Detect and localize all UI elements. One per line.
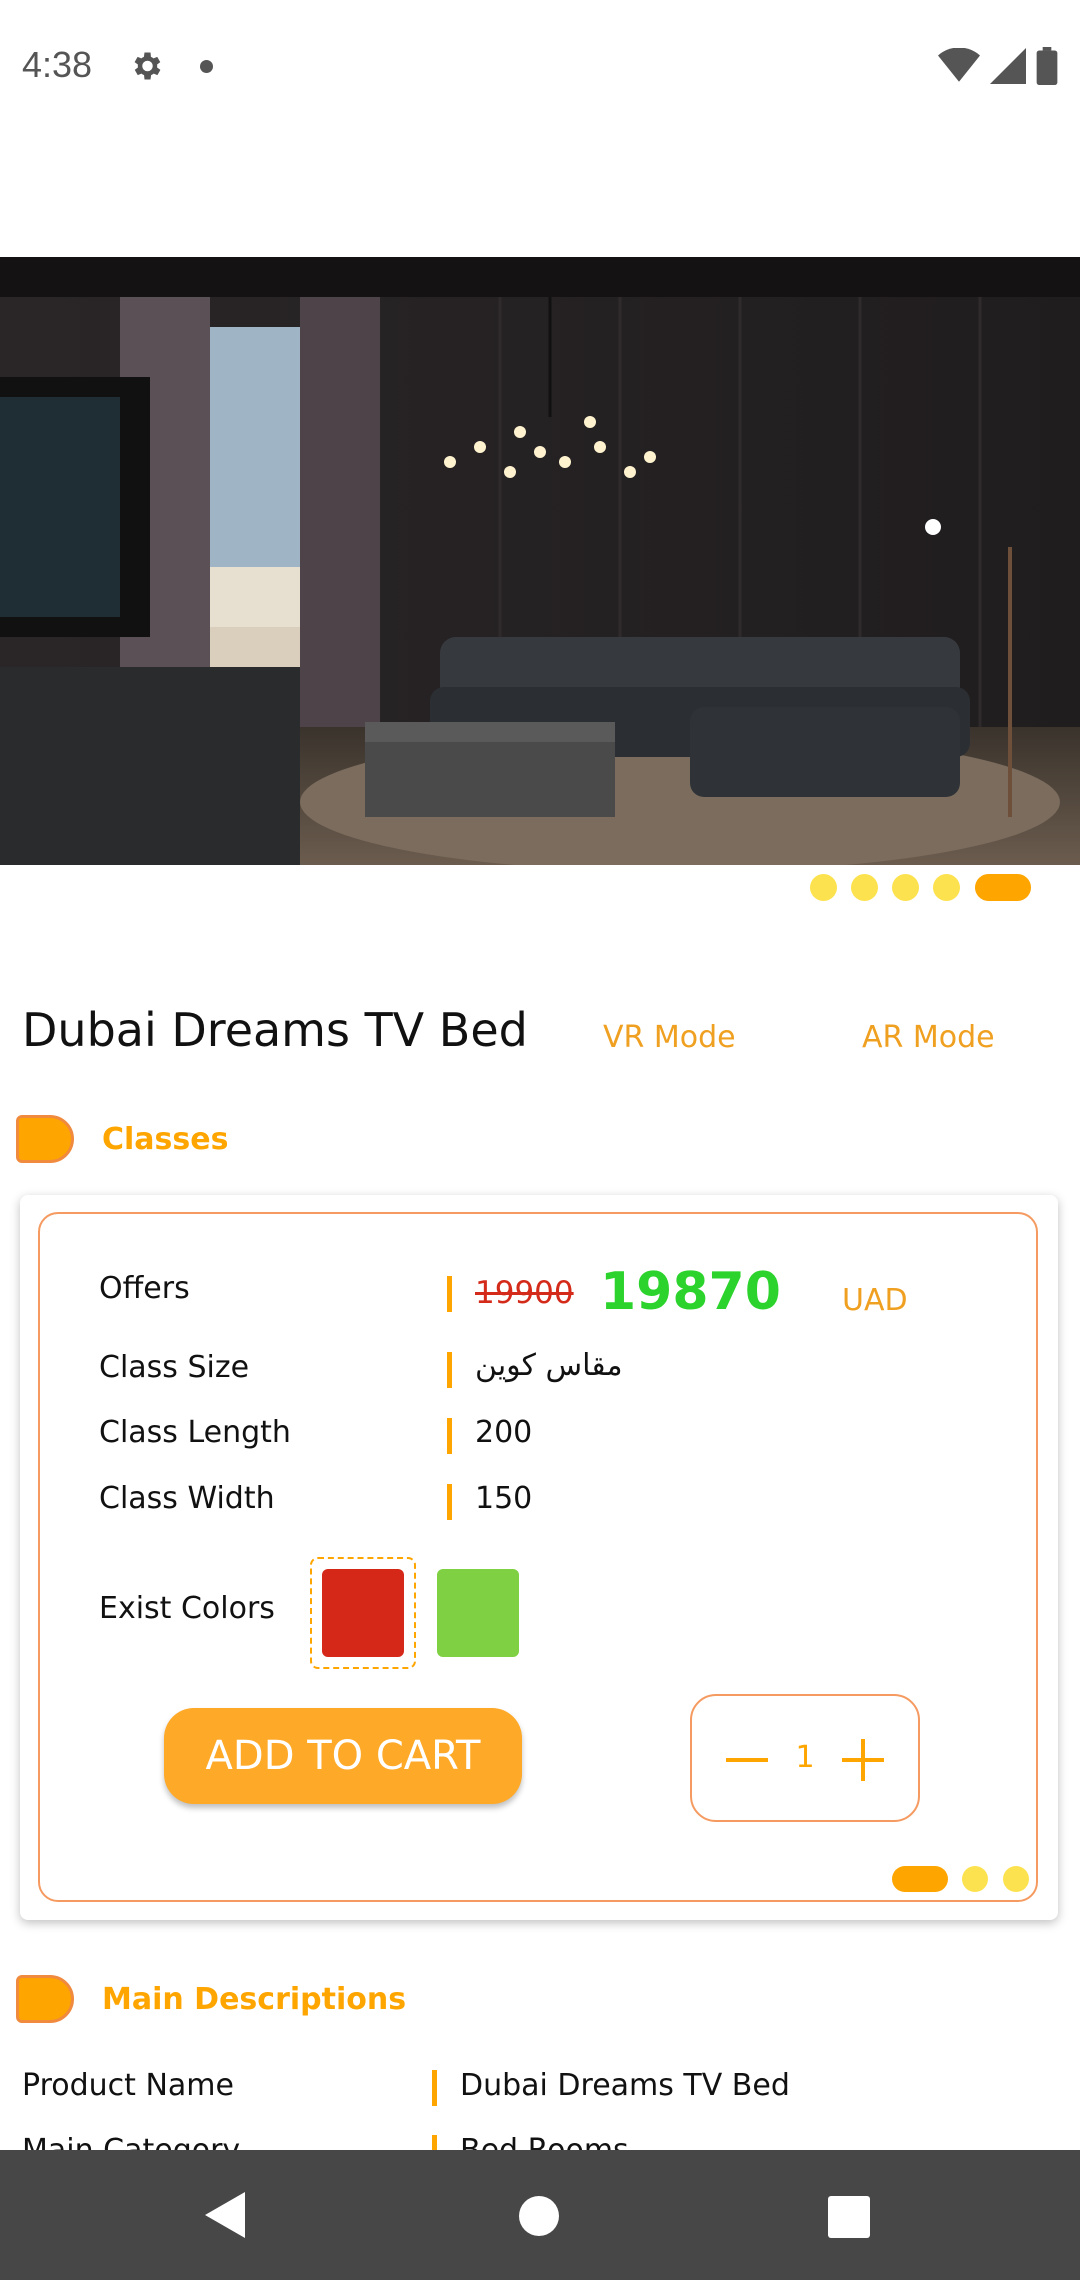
settings-icon [134,52,161,80]
class-width-value: 150 [475,1481,533,1516]
product-name-label: Product Name [22,2068,234,2103]
class-size-label: Class Size [99,1350,250,1385]
system-nav-bar [0,2150,1080,2280]
status-time: 4:38 [22,44,93,85]
product-name-value: Dubai Dreams TV Bed [460,2068,790,2103]
wifi-icon [938,48,980,82]
quantity-stepper: 1 [690,1694,920,1822]
old-price: 19900 [475,1275,574,1311]
exist-colors-label: Exist Colors [99,1591,275,1626]
battery-icon [1036,47,1058,85]
classes-section-title: Classes [102,1121,229,1157]
vr-mode-button[interactable]: VR Mode [603,1020,736,1055]
row-divider [447,1276,452,1312]
product-title: Dubai Dreams TV Bed [22,1003,528,1057]
descriptions-section-title: Main Descriptions [102,1981,407,2017]
class-dot[interactable] [962,1866,988,1892]
color-swatch-red[interactable] [322,1569,404,1657]
class-length-value: 200 [475,1415,533,1450]
new-price: 19870 [600,1262,781,1322]
image-carousel-indicator [0,874,1080,904]
carousel-dot[interactable] [933,874,960,901]
product-image[interactable] [0,257,1080,865]
section-tag-icon [16,1115,74,1163]
add-to-cart-button[interactable]: ADD TO CART [164,1708,522,1804]
status-icons [938,44,1058,88]
notification-dot-icon [200,60,213,73]
home-icon[interactable] [518,2195,560,2237]
carousel-dot[interactable] [892,874,919,901]
descriptions-section-header: Main Descriptions [16,1971,406,2027]
signal-icon [990,48,1026,84]
class-width-label: Class Width [99,1481,275,1516]
carousel-dot[interactable] [810,874,837,901]
carousel-dot-active[interactable] [975,874,1031,901]
currency-label: UAD [842,1283,908,1318]
class-carousel-indicator [0,1866,1080,1894]
row-divider [432,2070,437,2106]
class-size-value: مقاس كوين [475,1348,623,1383]
back-icon[interactable] [205,2192,245,2238]
increment-icon [861,1739,865,1781]
class-dot-active[interactable] [892,1866,948,1892]
row-divider [447,1352,452,1388]
class-length-label: Class Length [99,1415,291,1450]
color-swatch-green[interactable] [437,1569,519,1657]
offers-label: Offers [99,1271,190,1306]
row-divider [447,1484,452,1520]
row-divider [447,1418,452,1454]
recents-icon[interactable] [828,2196,870,2238]
classes-section-header: Classes [16,1111,228,1167]
quantity-value: 1 [795,1740,815,1775]
carousel-dot[interactable] [851,874,878,901]
class-dot[interactable] [1003,1866,1029,1892]
ar-mode-button[interactable]: AR Mode [862,1020,995,1055]
section-tag-icon [16,1975,74,2023]
